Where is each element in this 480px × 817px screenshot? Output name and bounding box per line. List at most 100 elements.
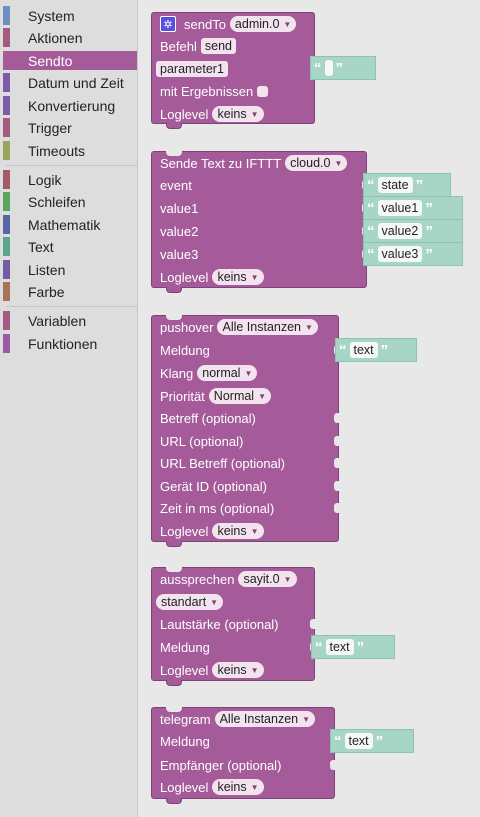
category-sendto[interactable]: Sendto bbox=[3, 51, 137, 70]
quote-close-icon: ” bbox=[415, 176, 424, 194]
instance-dropdown[interactable]: Alle Instanzen ▼ bbox=[217, 319, 318, 335]
category-color-marker bbox=[3, 334, 10, 353]
chevron-down-icon: ▼ bbox=[305, 322, 313, 332]
input-socket bbox=[334, 436, 339, 446]
category-color-marker bbox=[3, 260, 10, 279]
input-socket bbox=[334, 413, 339, 423]
text-value[interactable]: text bbox=[325, 639, 354, 655]
befehl-field[interactable]: send bbox=[200, 38, 236, 54]
text-block[interactable]: “ text ” bbox=[330, 729, 414, 753]
quote-close-icon: ” bbox=[425, 222, 433, 240]
telegram-block[interactable]: telegram Alle Instanzen ▼ Meldung Empfäng… bbox=[151, 707, 335, 804]
category-trigger[interactable]: Trigger bbox=[3, 118, 137, 137]
gear-icon[interactable]: ✲ bbox=[160, 16, 176, 32]
category-schleifen[interactable]: Schleifen bbox=[3, 192, 137, 211]
ifttt-header: Sende Text zu IFTTT cloud.0 ▼ bbox=[152, 152, 348, 174]
value3-row: value3 bbox=[160, 246, 199, 262]
category-color-marker bbox=[3, 118, 10, 137]
category-text[interactable]: Text bbox=[3, 237, 137, 256]
category-funktionen[interactable]: Funktionen bbox=[3, 334, 137, 353]
category-logik[interactable]: Logik bbox=[3, 170, 137, 189]
quote-close-icon: ” bbox=[425, 245, 433, 263]
quote-close-icon: ” bbox=[375, 732, 384, 750]
value2-row: value2 bbox=[160, 223, 199, 239]
prioritaet-row: Priorität Normal ▼ bbox=[152, 385, 272, 407]
instance-dropdown[interactable]: cloud.0 ▼ bbox=[285, 155, 348, 171]
category-aktionen[interactable]: Aktionen bbox=[3, 28, 137, 47]
loglevel-dropdown[interactable]: keins ▼ bbox=[212, 662, 264, 678]
category-system[interactable]: System bbox=[3, 6, 137, 25]
text-value[interactable]: value1 bbox=[377, 200, 423, 216]
category-color-marker bbox=[3, 51, 10, 70]
ifttt-block[interactable]: Sende Text zu IFTTT cloud.0 ▼ event value… bbox=[151, 151, 367, 293]
quote-open-icon: “ bbox=[367, 245, 375, 263]
text-block[interactable]: “ ” bbox=[310, 56, 376, 80]
loglevel-dropdown[interactable]: keins ▼ bbox=[212, 106, 264, 122]
event-row: event bbox=[160, 177, 192, 193]
category-listen[interactable]: Listen bbox=[3, 260, 137, 279]
category-color-marker bbox=[3, 73, 10, 92]
chevron-down-icon: ▼ bbox=[244, 368, 253, 378]
category-variablen[interactable]: Variablen bbox=[3, 311, 137, 330]
quote-close-icon: ” bbox=[380, 341, 389, 359]
sendto-block[interactable]: ✲ sendTo admin.0 ▼ Befehl send parameter1… bbox=[151, 12, 315, 129]
text-block[interactable]: “ text ” bbox=[311, 635, 395, 659]
instance-dropdown[interactable]: Alle Instanzen ▼ bbox=[214, 711, 316, 727]
klang-row: Klang normal ▼ bbox=[152, 362, 258, 384]
chevron-down-icon: ▼ bbox=[258, 391, 267, 401]
text-value[interactable]: value2 bbox=[377, 223, 423, 239]
instance-dropdown[interactable]: admin.0 ▼ bbox=[229, 16, 297, 32]
text-value[interactable]: state bbox=[377, 177, 413, 193]
category-konvertierung[interactable]: Konvertierung bbox=[3, 96, 137, 115]
loglevel-dropdown[interactable]: keins ▼ bbox=[212, 269, 264, 285]
empfaenger-row: Empfänger (optional) bbox=[160, 757, 282, 773]
parameter-name-field[interactable]: parameter1 bbox=[156, 61, 228, 77]
chevron-down-icon: ▼ bbox=[250, 272, 259, 282]
results-checkbox[interactable] bbox=[257, 85, 269, 97]
prioritaet-dropdown[interactable]: Normal ▼ bbox=[208, 388, 272, 404]
category-farbe[interactable]: Farbe bbox=[3, 282, 137, 301]
text-block[interactable]: “ state ” bbox=[363, 173, 451, 197]
parameter-row: parameter1 bbox=[152, 58, 228, 80]
aussprechen-header: aussprechen sayit.0 ▼ bbox=[152, 568, 297, 590]
block-connector bbox=[166, 798, 182, 804]
category-color-marker bbox=[3, 96, 10, 115]
text-block[interactable]: “ value1 ” bbox=[363, 196, 463, 220]
toolbox-separator bbox=[6, 165, 137, 166]
zeit-row: Zeit in ms (optional) bbox=[160, 500, 275, 516]
category-color-marker bbox=[3, 311, 10, 330]
loglevel-dropdown[interactable]: keins ▼ bbox=[212, 523, 264, 539]
mode-row: standart ▼ bbox=[152, 591, 224, 613]
text-block[interactable]: “ value3 ” bbox=[363, 242, 463, 266]
category-mathematik[interactable]: Mathematik bbox=[3, 215, 137, 234]
instance-dropdown[interactable]: sayit.0 ▼ bbox=[238, 571, 297, 587]
quote-open-icon: “ bbox=[314, 59, 322, 77]
quote-close-icon: ” bbox=[335, 59, 344, 77]
pushover-block[interactable]: pushover Alle Instanzen ▼ Meldung Klang n… bbox=[151, 315, 339, 547]
mode-dropdown[interactable]: standart ▼ bbox=[156, 594, 224, 610]
text-block[interactable]: “ text ” bbox=[335, 338, 417, 362]
chevron-down-icon: ▼ bbox=[283, 19, 292, 29]
quote-open-icon: “ bbox=[367, 176, 375, 194]
category-datum-und-zeit[interactable]: Datum und Zeit bbox=[3, 73, 137, 92]
text-value[interactable]: text bbox=[349, 342, 378, 358]
chevron-down-icon: ▼ bbox=[283, 574, 292, 584]
loglevel-dropdown[interactable]: keins ▼ bbox=[212, 779, 264, 795]
lautstaerke-row: Lautstärke (optional) bbox=[160, 616, 279, 632]
category-color-marker bbox=[3, 192, 10, 211]
category-color-marker bbox=[3, 282, 10, 301]
aussprechen-block[interactable]: aussprechen sayit.0 ▼ standart ▼ Lautstärk… bbox=[151, 567, 315, 686]
category-color-marker bbox=[3, 6, 10, 25]
text-block[interactable]: “ value2 ” bbox=[363, 219, 463, 243]
input-socket bbox=[334, 503, 339, 513]
loglevel-row: Loglevel keins ▼ bbox=[152, 776, 264, 798]
quote-close-icon: ” bbox=[425, 199, 433, 217]
input-socket bbox=[334, 458, 339, 468]
text-value[interactable] bbox=[324, 60, 333, 76]
text-value[interactable]: value3 bbox=[377, 246, 423, 262]
text-value[interactable]: text bbox=[344, 733, 373, 749]
workspace[interactable]: ✲ sendTo admin.0 ▼ Befehl send parameter1… bbox=[138, 0, 480, 817]
category-timeouts[interactable]: Timeouts bbox=[3, 141, 137, 160]
klang-dropdown[interactable]: normal ▼ bbox=[197, 365, 258, 381]
toolbox-separator bbox=[6, 306, 137, 307]
